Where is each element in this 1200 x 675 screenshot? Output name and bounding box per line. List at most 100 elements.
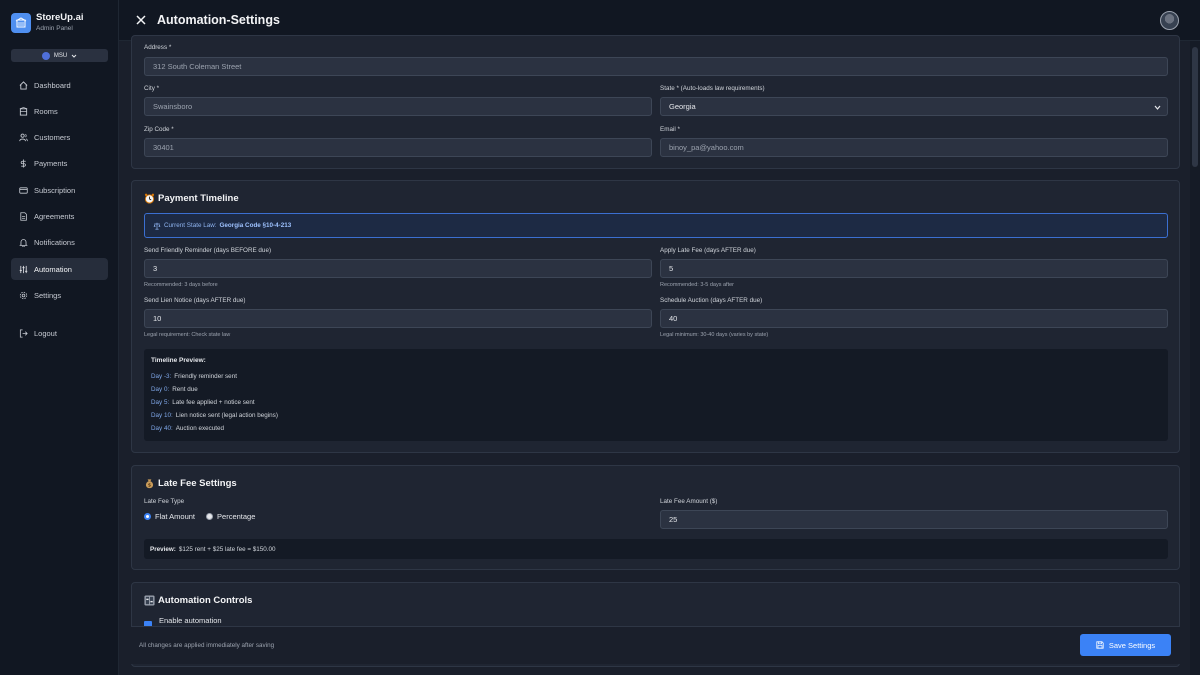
sidebar-item-payments[interactable]: Payments (11, 153, 108, 175)
timeline-day: Day 10: (151, 412, 173, 419)
timeline-row: Day 10: Lien notice sent (legal action be… (151, 412, 278, 419)
document-icon (20, 212, 27, 221)
state-select-value: Georgia (669, 102, 696, 111)
timeline-day: Day 40: (151, 425, 173, 432)
timeline-day: Day 0: (151, 386, 170, 393)
save-settings-label: Save Settings (1108, 640, 1156, 650)
sidebar-item-label: Notifications (34, 238, 75, 248)
scales-icon (153, 222, 161, 230)
logout-icon (19, 328, 28, 338)
zip-input[interactable]: 30401 (144, 138, 652, 157)
dollar-icon (20, 159, 26, 168)
sidebar-item-settings[interactable]: Settings (11, 284, 108, 306)
save-note: All changes are applied immediately afte… (139, 642, 275, 649)
auction-hint: Legal minimum: 30-40 days (varies by sta… (660, 332, 769, 338)
page-title: Automation-Settings (157, 13, 280, 27)
bell-icon (19, 239, 28, 248)
address-card: Address * 312 South Coleman Street City … (131, 35, 1180, 169)
logout-button[interactable]: Logout (11, 322, 108, 344)
svg-text:$: $ (148, 483, 151, 489)
save-settings-button[interactable]: Save Settings (1080, 634, 1171, 656)
avatar[interactable] (1160, 11, 1179, 30)
state-law-banner: Current State Law: Georgia Code §10-4-21… (144, 213, 1168, 238)
timeline-day: Day 5: (151, 399, 170, 406)
timeline-preview: Timeline Preview: Day -3: Friendly remind… (144, 349, 1168, 441)
timeline-text: Auction executed (175, 425, 225, 432)
store-selector-value: MSU (53, 52, 68, 59)
percentage-radio[interactable] (206, 513, 214, 520)
sidebar-item-customers[interactable]: Customers (11, 127, 108, 149)
sidebar-nav: Dashboard Rooms Customers Payments Subsc… (11, 74, 108, 311)
state-label: State * (Auto-loads law requirements) (660, 85, 765, 92)
sidebar-item-automation[interactable]: Automation (11, 258, 108, 281)
late-fee-days-input[interactable]: 5 (660, 259, 1168, 278)
late-fee-type-label: Late Fee Type (144, 498, 185, 505)
reminder-hint: Recommended: 3 days before (144, 282, 218, 288)
timeline-row: Day 5: Late fee applied + notice sent (151, 399, 255, 406)
save-bar: All changes are applied immediately afte… (131, 626, 1180, 664)
gear-icon (19, 291, 28, 300)
scrollbar[interactable] (1190, 41, 1200, 675)
enable-automation-label: Enable automation (159, 616, 222, 625)
auction-days-input[interactable]: 40 (660, 309, 1168, 328)
store-icon (41, 51, 50, 60)
timeline-day: Day -3: (151, 373, 172, 380)
payment-timeline-card: Payment Timeline Current State Law: Geor… (131, 180, 1180, 453)
lien-label: Send Lien Notice (days AFTER due) (144, 297, 246, 304)
scroll-thumb[interactable] (1192, 47, 1198, 167)
sidebar-item-rooms[interactable]: Rooms (11, 100, 108, 122)
reminder-days-input[interactable]: 3 (144, 259, 652, 278)
state-law-prefix: Current State Law: (164, 222, 217, 229)
email-input[interactable]: binoy_pa@yahoo.com (660, 138, 1168, 157)
sidebar-item-label: Settings (34, 290, 62, 300)
zip-label: Zip Code * (144, 126, 174, 133)
sidebar-item-label: Agreements (34, 211, 75, 221)
payment-timeline-title: Payment Timeline (144, 193, 239, 204)
home-icon (19, 80, 28, 90)
late-fee-card: $ Late Fee Settings Late Fee Type Flat A… (131, 465, 1180, 570)
lien-hint: Legal requirement: Check state law (144, 332, 231, 338)
address-label: Address * (144, 44, 172, 51)
late-fee-title: $ Late Fee Settings (144, 478, 237, 489)
flat-amount-radio[interactable] (144, 513, 151, 520)
address-input[interactable]: 312 South Coleman Street (144, 57, 1168, 76)
auction-label: Schedule Auction (days AFTER due) (660, 297, 763, 304)
late-fee-amount-label: Late Fee Amount ($) (660, 498, 718, 505)
late-fee-preview: Preview: $125 rent + $25 late fee = $150… (144, 539, 1168, 559)
sidebar-item-label: Payments (34, 159, 68, 169)
flat-amount-label: Flat Amount (155, 512, 196, 521)
brand-name: StoreUp.ai (36, 12, 84, 23)
control-knobs-icon (144, 595, 155, 606)
sidebar-item-label: Customers (34, 133, 71, 143)
state-select[interactable]: Georgia (660, 97, 1168, 116)
sidebar-item-subscription[interactable]: Subscription (11, 179, 108, 201)
money-bag-icon: $ (145, 479, 154, 489)
sidebar-item-dashboard[interactable]: Dashboard (11, 74, 108, 96)
late-fee-amount-input[interactable]: 25 (660, 510, 1168, 529)
brand[interactable]: StoreUp.ai Admin Panel (11, 12, 84, 33)
sidebar-item-label: Rooms (34, 106, 58, 116)
timeline-preview-title: Timeline Preview: (151, 357, 206, 364)
late-fee-days-label: Apply Late Fee (days AFTER due) (660, 247, 756, 254)
chevron-down-icon (71, 54, 77, 58)
lien-days-input[interactable]: 10 (144, 309, 652, 328)
timeline-text: Friendly reminder sent (174, 373, 237, 380)
sidebar-item-notifications[interactable]: Notifications (11, 232, 108, 254)
state-law-code: Georgia Code §10-4-213 (219, 222, 292, 229)
timeline-text: Lien notice sent (legal action begins) (175, 412, 278, 419)
city-input[interactable]: Swainsboro (144, 97, 652, 116)
timeline-text: Rent due (172, 386, 198, 393)
timeline-row: Day -3: Friendly reminder sent (151, 373, 237, 380)
email-label: Email * (660, 126, 680, 133)
sidebar-item-agreements[interactable]: Agreements (11, 205, 108, 227)
timeline-row: Day 40: Auction executed (151, 425, 224, 432)
save-icon (1096, 641, 1104, 649)
sidebar-item-label: Subscription (34, 185, 76, 195)
late-fee-type-radios: Flat Amount Percentage (144, 512, 255, 521)
store-selector[interactable]: MSU (11, 49, 108, 62)
chevron-down-icon (1154, 105, 1161, 110)
city-label: City * (144, 85, 160, 92)
late-fee-title-text: Late Fee Settings (158, 478, 237, 489)
close-icon[interactable] (136, 15, 146, 25)
late-fee-preview-text: $125 rent + $25 late fee = $150.00 (178, 545, 276, 553)
